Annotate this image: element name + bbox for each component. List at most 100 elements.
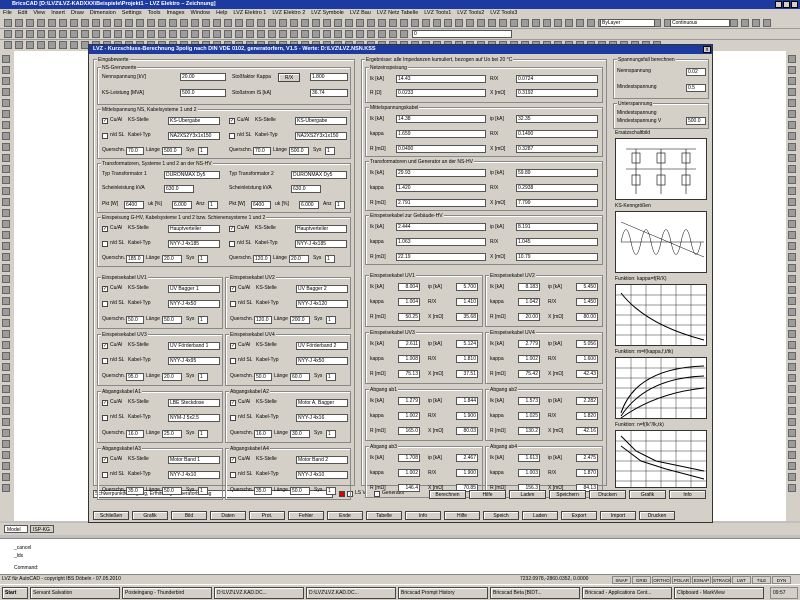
tool-icon[interactable] — [788, 209, 796, 217]
toolbar-button-icon[interactable] — [510, 19, 518, 27]
toolbar-button-icon[interactable] — [356, 19, 364, 27]
toolbar-button-icon[interactable] — [554, 19, 562, 27]
tool-icon[interactable] — [2, 275, 10, 283]
nl-checkbox[interactable] — [230, 415, 236, 421]
typ-input[interactable]: NYY-J 4x10 — [168, 471, 220, 479]
ks-input[interactable]: KS-Übergabe — [168, 117, 220, 125]
close-icon[interactable] — [791, 1, 798, 8]
pk-input[interactable]: 6400 — [251, 201, 271, 209]
toolbar-button-icon[interactable] — [81, 30, 89, 38]
maximize-icon[interactable] — [783, 1, 790, 8]
toolbar-button-icon[interactable] — [268, 30, 276, 38]
toolbar-button-icon[interactable] — [279, 30, 287, 38]
tool-icon[interactable] — [788, 99, 796, 107]
tool-icon[interactable] — [788, 374, 796, 382]
toolbar-button-icon[interactable] — [532, 19, 540, 27]
typ-input[interactable]: NYY-J 4x95 — [168, 357, 220, 365]
tool-icon[interactable] — [788, 165, 796, 173]
tool-icon[interactable] — [788, 187, 796, 195]
q-input[interactable]: 95.0 — [126, 373, 144, 381]
sy-input[interactable]: 1 — [326, 430, 336, 438]
tool-icon[interactable] — [2, 165, 10, 173]
toolbar-button-icon[interactable] — [488, 19, 496, 27]
sy-input[interactable]: 1 — [325, 255, 335, 263]
q-input[interactable]: 70.0 — [253, 147, 271, 155]
typ-input[interactable]: NYY-J 4x185 — [168, 240, 220, 248]
tool-icon[interactable] — [2, 418, 10, 426]
toolbar-button-icon[interactable] — [15, 41, 23, 49]
menu-item[interactable]: LVZ Bau — [350, 9, 371, 18]
menu-item[interactable]: File — [3, 9, 12, 18]
bottom-button[interactable]: Daten — [210, 511, 246, 520]
taskbar-item[interactable]: D:\LVZ\LVZ.KAD.DC... — [306, 587, 396, 599]
tool-icon[interactable] — [788, 143, 796, 151]
l-input[interactable]: 60.0 — [290, 373, 310, 381]
tool-icon[interactable] — [788, 352, 796, 360]
toolbar-button-icon[interactable] — [81, 19, 89, 27]
tool-icon[interactable] — [788, 363, 796, 371]
sy-input[interactable]: 1 — [198, 147, 208, 155]
tool-icon[interactable] — [2, 374, 10, 382]
toolbar-button-icon[interactable] — [191, 19, 199, 27]
menu-item[interactable]: Dimension — [90, 9, 116, 18]
ks-input[interactable]: UV Bagger 2 — [296, 285, 348, 293]
toolbar-button-icon[interactable] — [59, 19, 67, 27]
nl-checkbox[interactable] — [102, 415, 108, 421]
bottom-button[interactable]: Tabelle — [366, 511, 402, 520]
bottom-button[interactable]: Bild — [171, 511, 207, 520]
taskbar-item[interactable]: Bricscad - Applications Cent... — [582, 587, 672, 599]
nl-checkbox[interactable] — [102, 133, 108, 139]
uk-input[interactable]: 6.000 — [299, 201, 319, 209]
nl-checkbox[interactable] — [229, 133, 235, 139]
us-v2-input[interactable]: 500.0 — [686, 117, 706, 125]
typ-input[interactable]: NYY-J 4x16 — [296, 414, 348, 422]
toolbar-button-icon[interactable] — [400, 30, 408, 38]
taskbar-item[interactable]: D:\LVZ\LVZ.KAD.DC... — [214, 587, 304, 599]
bottom-button[interactable]: Fehler — [288, 511, 324, 520]
toolbar-button-icon[interactable] — [499, 19, 507, 27]
toolbar-button-icon[interactable] — [59, 30, 67, 38]
nl-checkbox[interactable] — [230, 301, 236, 307]
action-button[interactable]: Hilfe — [469, 490, 506, 499]
toolbar-button-icon[interactable] — [202, 30, 210, 38]
tool-icon[interactable] — [788, 319, 796, 327]
nl-checkbox[interactable] — [229, 241, 235, 247]
color-select[interactable]: ByLayer — [600, 19, 655, 27]
q-input[interactable]: 16.0 — [254, 430, 272, 438]
tool-icon[interactable] — [2, 330, 10, 338]
toolbar-button-icon[interactable] — [235, 19, 243, 27]
toolbar-button-icon[interactable] — [543, 19, 551, 27]
tool-icon[interactable] — [788, 110, 796, 118]
toolbar-button-icon[interactable] — [345, 19, 353, 27]
toolbar-button-icon[interactable] — [422, 19, 430, 27]
toolbar-button-icon[interactable] — [213, 19, 221, 27]
menu-item[interactable]: Draw — [71, 9, 84, 18]
typ-input[interactable]: NA2XS2Y3x1x150 — [168, 132, 220, 140]
ks-input[interactable]: Hauptverteiler — [295, 225, 347, 233]
toolbar-button-icon[interactable] — [290, 30, 298, 38]
sy-input[interactable]: 1 — [198, 255, 208, 263]
toolbar-button-icon[interactable] — [70, 30, 78, 38]
spannung-input[interactable]: 20.00 — [180, 73, 226, 81]
toolbar-button-icon[interactable] — [312, 19, 320, 27]
menu-item[interactable]: Settings — [122, 9, 142, 18]
toolbar-button-icon[interactable] — [411, 19, 419, 27]
tool-icon[interactable] — [2, 462, 10, 470]
q-input[interactable]: 120.0 — [253, 255, 271, 263]
status-flag[interactable]: ESNAP — [692, 576, 711, 584]
tool-icon[interactable] — [788, 176, 796, 184]
tool-icon[interactable] — [788, 341, 796, 349]
toolbar-button-icon[interactable] — [378, 19, 386, 27]
action-button[interactable]: Drucken — [589, 490, 626, 499]
tool-icon[interactable] — [788, 385, 796, 393]
tool-icon[interactable] — [2, 341, 10, 349]
tool-icon[interactable] — [2, 55, 10, 63]
menu-item[interactable]: LVZ Symbole — [311, 9, 344, 18]
tool-icon[interactable] — [2, 297, 10, 305]
toolbar-button-icon[interactable] — [213, 30, 221, 38]
status-flag[interactable]: STRACK — [712, 576, 731, 584]
toolbar-button-icon[interactable] — [48, 30, 56, 38]
scheinleistung-input[interactable]: 630.0 — [291, 185, 321, 193]
tool-icon[interactable] — [788, 429, 796, 437]
ks-input[interactable]: Motor Band 2 — [296, 456, 348, 464]
